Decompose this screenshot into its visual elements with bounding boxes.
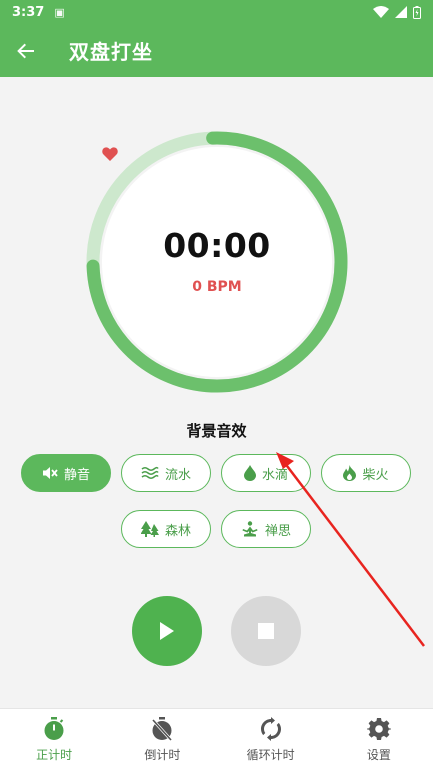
timer-face: 00:00 0 BPM — [102, 147, 332, 377]
sound-chip-zen[interactable]: 禅思 — [221, 510, 311, 548]
notification-icon: ▣ — [54, 5, 65, 19]
heart-icon — [102, 147, 118, 161]
wifi-icon — [373, 6, 389, 18]
nav-item-settings[interactable]: 设置 — [325, 709, 433, 771]
nav-label: 正计时 — [36, 748, 73, 762]
fire-icon — [343, 465, 357, 481]
stop-button[interactable] — [231, 596, 301, 666]
back-button[interactable] — [0, 24, 52, 77]
bpm-value: 0 BPM — [192, 278, 242, 295]
nav-label: 循环计时 — [246, 748, 295, 762]
water-waves-icon — [141, 466, 159, 479]
nav-label: 设置 — [366, 748, 391, 762]
sound-chip-fire[interactable]: 柴火 — [321, 454, 411, 492]
stopwatch-icon — [44, 717, 64, 740]
mute-icon — [42, 467, 58, 479]
chip-label: 静音 — [63, 467, 90, 483]
timer-off-icon — [152, 717, 173, 741]
status-time: 3:37 — [12, 4, 45, 20]
bottom-navigation: 正计时 倒计时 循环计时 设置 — [0, 708, 433, 771]
nav-item-loop-timer[interactable]: 循环计时 — [217, 709, 325, 771]
sound-chip-drop[interactable]: 水滴 — [221, 454, 311, 492]
forest-icon — [140, 521, 159, 537]
nav-item-stopwatch[interactable]: 正计时 — [0, 709, 108, 771]
battery-icon — [413, 5, 421, 19]
sound-chip-stream[interactable]: 流水 — [121, 454, 211, 492]
timer-dial: 00:00 0 BPM — [83, 128, 351, 396]
chip-label: 流水 — [164, 467, 191, 483]
app-bar: 双盘打坐 — [0, 24, 433, 77]
sound-chip-forest[interactable]: 森林 — [121, 510, 211, 548]
status-icons — [373, 5, 421, 19]
chip-label: 水滴 — [261, 467, 288, 483]
signal-icon — [395, 6, 407, 18]
stop-icon — [258, 623, 274, 639]
chip-label: 禅思 — [264, 523, 291, 539]
nav-item-countdown[interactable]: 倒计时 — [108, 709, 216, 771]
heart-rate: 0 BPM — [102, 147, 242, 295]
gear-icon — [366, 718, 391, 740]
play-button[interactable] — [132, 596, 202, 666]
chip-label: 柴火 — [362, 467, 389, 483]
sound-chip-mute[interactable]: 静音 — [21, 454, 111, 492]
water-drop-icon — [243, 465, 256, 481]
play-icon — [160, 622, 174, 640]
arrow-back-icon — [17, 43, 34, 58]
meditation-icon — [242, 521, 258, 537]
page-title: 双盘打坐 — [69, 40, 153, 64]
nav-label: 倒计时 — [144, 748, 181, 762]
status-bar: 3:37 ▣ — [0, 0, 433, 24]
chip-label: 森林 — [164, 523, 191, 539]
sound-section-title: 背景音效 — [186, 422, 247, 440]
repeat-icon — [260, 717, 281, 741]
timer-display: 00:00 — [163, 225, 271, 265]
